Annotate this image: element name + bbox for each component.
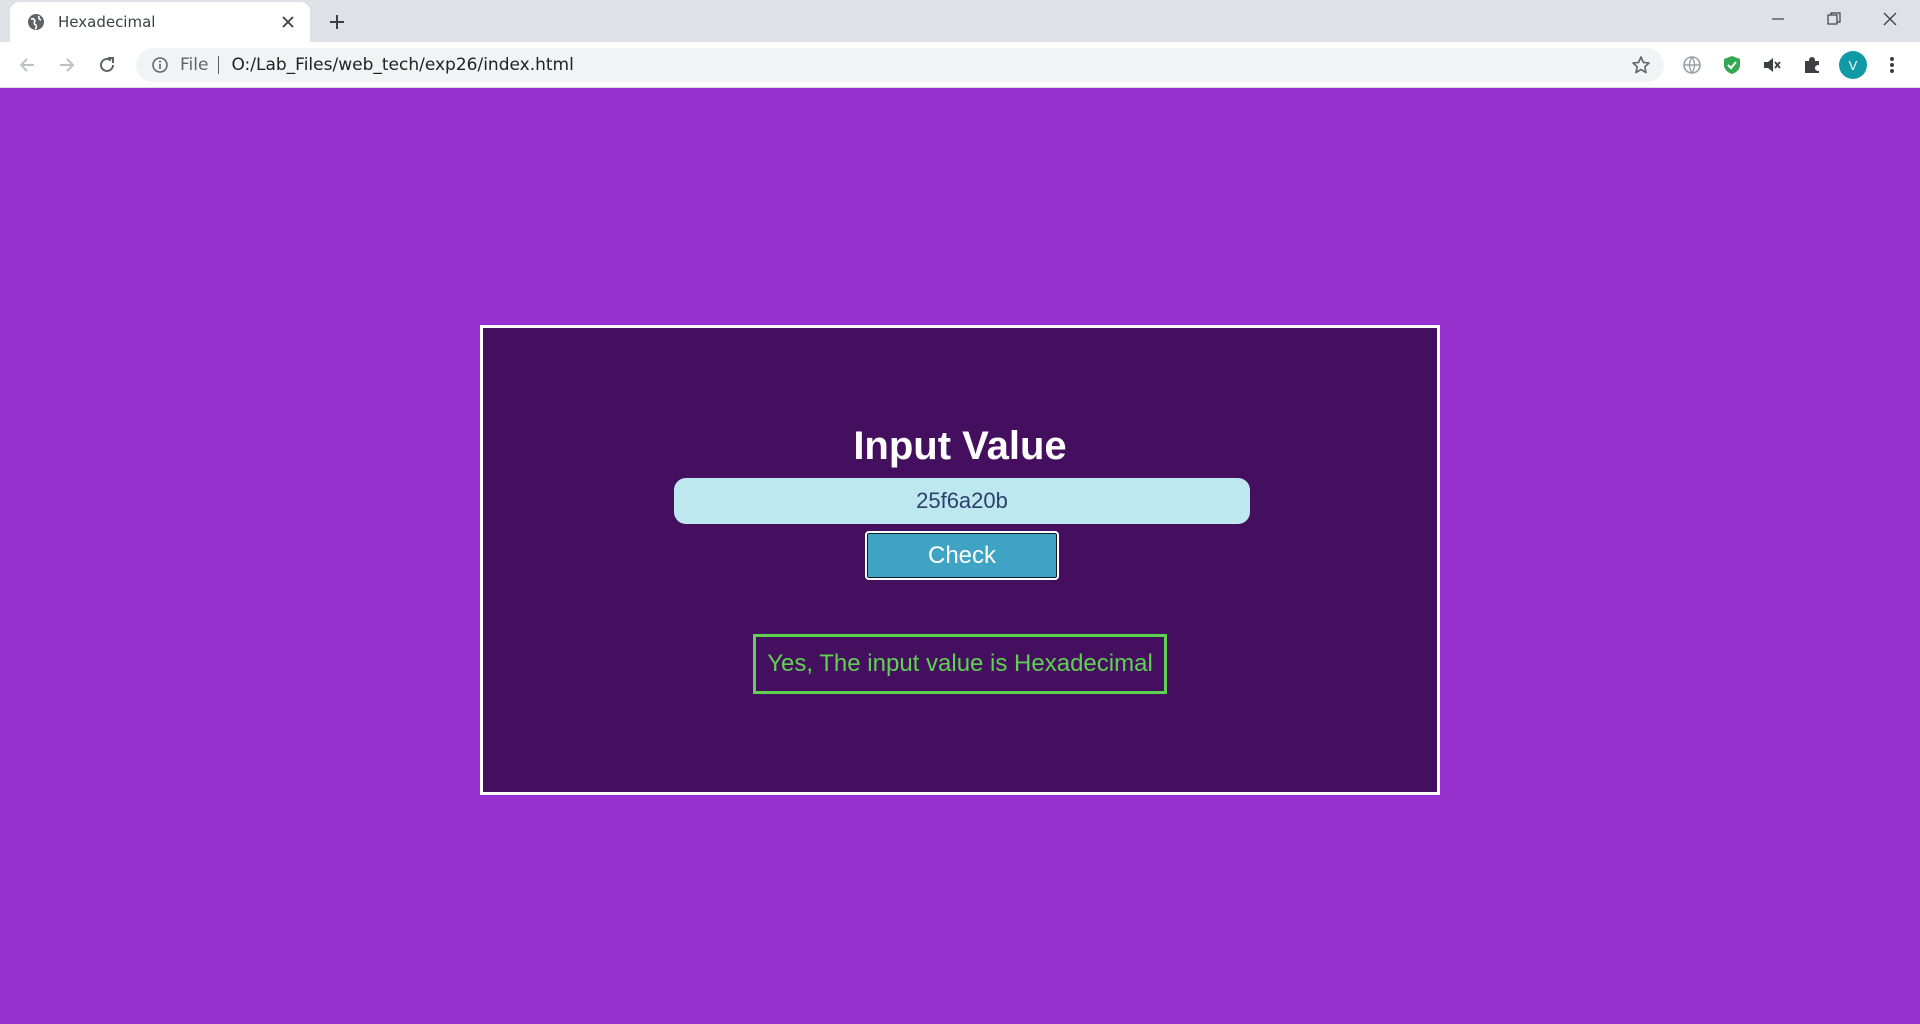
profile-avatar[interactable]: V [1839,51,1867,79]
browser-tab[interactable]: Hexadecimal [10,2,310,42]
forward-arrow-icon[interactable] [51,49,83,81]
close-window-icon[interactable] [1862,0,1918,38]
site-info-icon[interactable] [150,55,170,75]
address-bar[interactable]: File O:/Lab_Files/web_tech/exp26/index.h… [136,48,1664,82]
tab-strip: Hexadecimal [0,0,1920,42]
reload-icon[interactable] [91,49,123,81]
page-heading: Input Value [853,424,1067,468]
scheme-label: File [180,55,209,75]
result-message: Yes, The input value is Hexadecimal [753,634,1167,694]
hex-value-input[interactable] [674,478,1250,524]
minimize-window-icon[interactable] [1750,0,1806,38]
check-button[interactable]: Check [865,531,1059,580]
url-text[interactable]: O:/Lab_Files/web_tech/exp26/index.html [231,55,573,75]
hex-checker-card: Input Value Check Yes, The input value i… [480,325,1440,795]
menu-kebab-icon[interactable] [1878,51,1906,79]
close-tab-icon[interactable] [276,10,300,34]
restore-window-icon[interactable] [1806,0,1862,38]
page-viewport: Input Value Check Yes, The input value i… [0,89,1920,1024]
puzzle-extensions-icon[interactable] [1798,51,1826,79]
omnibox-divider [218,56,220,74]
bookmark-star-icon[interactable] [1630,54,1652,76]
globe-favicon-icon [26,12,46,32]
back-arrow-icon[interactable] [11,49,43,81]
browser-toolbar: File O:/Lab_Files/web_tech/exp26/index.h… [0,42,1920,88]
new-tab-icon[interactable] [323,8,351,36]
tab-title: Hexadecimal [58,13,156,31]
shield-extension-icon[interactable] [1718,51,1746,79]
mute-icon[interactable] [1758,51,1786,79]
globe-extension-icon[interactable] [1678,51,1706,79]
